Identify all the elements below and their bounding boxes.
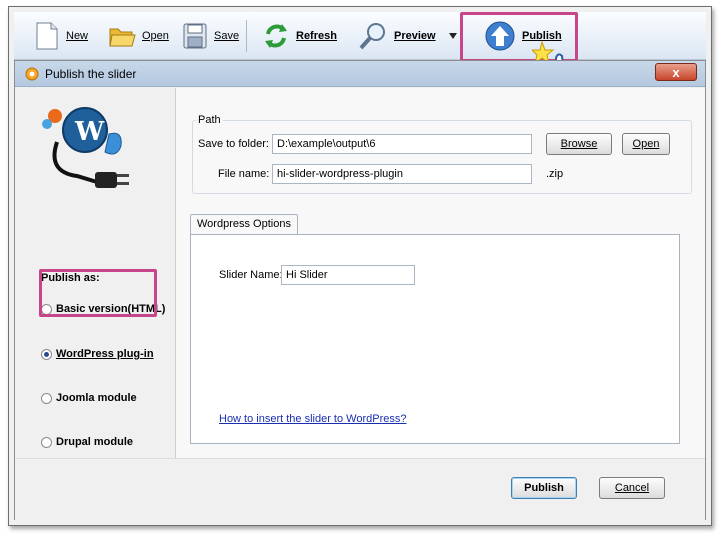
magnifier-icon [359,23,385,50]
toolbar-separator [246,20,247,52]
wordpress-help-link[interactable]: How to insert the slider to WordPress? [219,413,406,425]
wordpress-plugin-logo: W [42,107,129,188]
tab-wordpress-options[interactable]: Wordpress Options [190,214,298,234]
publish-dialog: Publish the slider x W Publish as: Basic… [14,60,706,520]
new-document-icon [36,22,58,50]
cancel-button[interactable]: Cancel [599,477,665,499]
floppy-disk-icon [183,23,207,49]
radio-drupal-module[interactable]: Drupal module [41,436,133,448]
close-button[interactable]: x [655,63,697,81]
browse-button[interactable]: Browse [546,133,612,155]
open-button[interactable]: Open [108,16,169,56]
svg-text:W: W [74,117,105,147]
refresh-button[interactable]: Refresh [262,16,337,56]
dialog-button-bar: Publish Cancel [15,458,705,520]
publish-button[interactable]: Publish [511,477,577,499]
radio-wordpress-plugin[interactable]: WordPress plug-in [41,348,154,360]
file-name-label: File name: [218,168,270,180]
new-button[interactable]: New [34,16,88,56]
refresh-icon [265,24,287,48]
dropdown-arrow-icon[interactable] [448,32,458,40]
save-to-folder-input[interactable] [272,134,532,154]
open-folder-button[interactable]: Open [622,133,670,155]
save-to-folder-label: Save to folder: [198,138,269,150]
path-group-label: Path [196,114,223,126]
toolbar: New Open Save Refresh Preview Publish [14,12,706,60]
file-name-input[interactable] [272,164,532,184]
wordpress-option-highlight-box [39,269,157,317]
app-icon [25,67,39,81]
wordpress-options-panel: Slider Name: How to insert the slider to… [190,234,680,444]
slider-name-input[interactable] [281,265,415,285]
dialog-title: Publish the slider [45,67,137,81]
radio-indicator[interactable] [41,436,52,448]
preview-button[interactable]: Preview [358,16,458,56]
close-icon: x [672,64,680,80]
slider-name-label: Slider Name: [219,269,283,281]
dialog-titlebar[interactable]: Publish the slider x [15,61,705,87]
radio-indicator-checked[interactable] [41,348,52,360]
folder-icon [109,28,136,47]
content-pane: Path Save to folder: Browse Open File na… [175,88,705,458]
radio-indicator[interactable] [41,392,52,404]
save-button[interactable]: Save [182,16,239,56]
radio-joomla-module[interactable]: Joomla module [41,392,137,404]
file-extension-label: .zip [546,168,564,180]
